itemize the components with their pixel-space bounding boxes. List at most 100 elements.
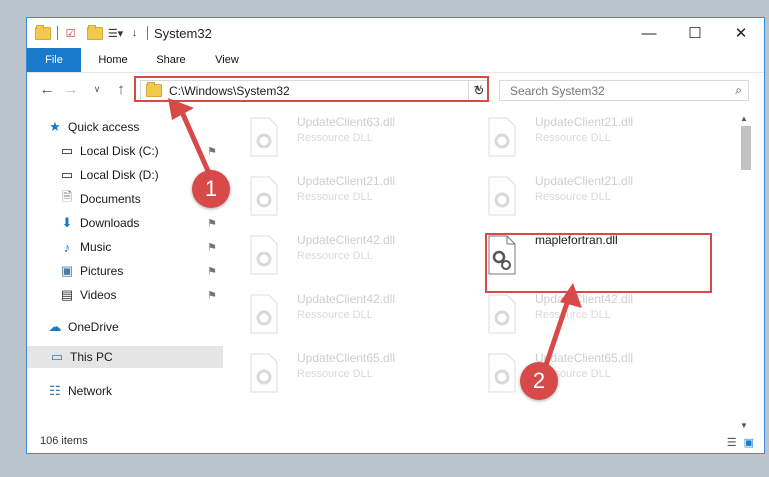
new-folder-icon[interactable]: [87, 24, 103, 40]
dll-file-icon: [250, 176, 278, 216]
documents-icon: 🗎: [61, 189, 73, 204]
file-item[interactable]: UpdateClient42.dll Ressource DLL: [227, 230, 452, 284]
customize-toolbar-icon[interactable]: ☰▾: [108, 26, 123, 40]
dll-file-icon: [488, 176, 516, 216]
nav-label: Network: [68, 384, 113, 398]
file-type: Ressource DLL: [535, 132, 611, 144]
search-icon[interactable]: ⌕: [735, 83, 742, 98]
file-type: Ressource DLL: [535, 309, 611, 321]
nav-label: Local Disk (C:): [80, 144, 159, 158]
file-type: Ressource DLL: [297, 191, 373, 203]
nav-onedrive[interactable]: ☁ OneDrive: [47, 316, 223, 338]
status-bar: 106 items ☰ ▣: [27, 432, 764, 453]
search-input[interactable]: [508, 82, 722, 99]
nav-label: Documents: [80, 192, 141, 206]
pin-icon: ⚑: [207, 265, 217, 278]
tab-view[interactable]: View: [203, 48, 251, 72]
file-highlight-box: [485, 233, 712, 293]
tab-home[interactable]: Home: [87, 48, 139, 72]
file-item[interactable]: UpdateClient65.dll Ressource DLL: [227, 348, 452, 402]
nav-label: Local Disk (D:): [80, 168, 159, 182]
dll-file-icon: [488, 117, 516, 157]
toolbar-separator: [147, 26, 148, 40]
nav-item-downloads[interactable]: ⬇ Downloads ⚑: [59, 212, 223, 234]
file-type: Ressource DLL: [297, 132, 373, 144]
scroll-thumb[interactable]: [741, 126, 751, 170]
music-icon: ♪: [63, 239, 71, 255]
nav-label: Quick access: [68, 120, 140, 134]
back-arrow-icon[interactable]: ←: [37, 79, 57, 99]
view-toggle: ☰ ▣: [727, 436, 754, 449]
nav-item-videos[interactable]: ▤ Videos ⚑: [59, 284, 223, 306]
file-name: UpdateClient63.dll: [297, 115, 396, 129]
nav-network[interactable]: ☷ Network: [47, 380, 223, 402]
drive-icon: ▭: [60, 143, 74, 158]
file-name: UpdateClient42.dll: [297, 233, 396, 247]
file-item[interactable]: UpdateClient21.dll Ressource DLL: [227, 171, 452, 225]
dll-file-icon: [250, 294, 278, 334]
nav-label: OneDrive: [68, 320, 119, 334]
step-badge-2: 2: [520, 362, 558, 400]
file-item[interactable]: UpdateClient42.dll Ressource DLL: [227, 289, 452, 343]
toolbar-separator: [57, 26, 58, 40]
address-highlight-box: [134, 76, 489, 102]
network-icon: ☷: [49, 383, 61, 398]
close-button[interactable]: ✕: [718, 18, 764, 48]
nav-item-music[interactable]: ♪ Music ⚑: [59, 236, 223, 258]
maximize-button[interactable]: ☐: [672, 18, 718, 48]
tab-share[interactable]: Share: [145, 48, 197, 72]
file-name: UpdateClient65.dll: [535, 351, 634, 365]
file-item[interactable]: UpdateClient21.dll Ressource DLL: [465, 112, 690, 166]
file-type: Ressource DLL: [535, 191, 611, 203]
nav-quick-access[interactable]: ★ Quick access: [47, 116, 223, 138]
vertical-scrollbar[interactable]: ▲ ▼: [739, 112, 753, 432]
search-box[interactable]: ⌕: [499, 80, 749, 101]
pin-icon: ⚑: [207, 289, 217, 302]
file-name: UpdateClient42.dll: [535, 292, 634, 306]
step-badge-1: 1: [192, 170, 230, 208]
details-view-icon[interactable]: ☰: [727, 436, 737, 449]
file-item[interactable]: UpdateClient21.dll Ressource DLL: [465, 171, 690, 225]
drive-icon: ▭: [60, 167, 74, 182]
downloads-icon: ⬇: [61, 215, 73, 230]
file-item[interactable]: UpdateClient63.dll Ressource DLL: [227, 112, 452, 166]
nav-this-pc[interactable]: ▭ This PC: [27, 346, 223, 368]
file-name: UpdateClient65.dll: [297, 351, 396, 365]
forward-arrow-icon[interactable]: →: [61, 79, 81, 99]
up-arrow-icon[interactable]: ↑: [111, 79, 131, 99]
nav-item-local-disk-c[interactable]: ▭ Local Disk (C:) ⚑: [59, 140, 223, 162]
videos-icon: ▤: [60, 287, 74, 302]
file-name: UpdateClient21.dll: [535, 115, 634, 129]
dll-file-icon: [250, 117, 278, 157]
file-name: UpdateClient21.dll: [297, 174, 396, 188]
large-icons-view-icon[interactable]: ▣: [744, 436, 754, 449]
file-item[interactable]: UpdateClient65.dll Ressource DLL: [465, 348, 690, 402]
minimize-button[interactable]: —: [626, 18, 672, 48]
title-bar: ☑ ☰▾ ↓ System32 — ☐ ✕: [27, 18, 764, 48]
nav-label: Downloads: [80, 216, 140, 230]
pin-icon: ⚑: [207, 217, 217, 230]
pin-icon: ⚑: [207, 145, 217, 158]
caption-buttons: — ☐ ✕: [626, 18, 764, 48]
pictures-icon: ▣: [60, 263, 74, 278]
computer-icon: ▭: [50, 349, 64, 364]
nav-item-pictures[interactable]: ▣ Pictures ⚑: [59, 260, 223, 282]
file-item[interactable]: UpdateClient42.dll Ressource DLL: [465, 289, 690, 343]
file-type: Ressource DLL: [297, 368, 373, 380]
dll-file-icon: [488, 294, 516, 334]
dll-file-icon: [488, 353, 516, 393]
quick-access-toolbar: ☑ ☰▾ ↓ System32: [35, 24, 212, 42]
scroll-up-icon[interactable]: ▲: [740, 114, 748, 123]
folder-icon[interactable]: [35, 24, 51, 40]
file-type: Ressource DLL: [297, 309, 373, 321]
nav-label: Videos: [80, 288, 117, 302]
tab-file[interactable]: File: [27, 48, 81, 72]
file-name: UpdateClient42.dll: [297, 292, 396, 306]
scroll-down-icon[interactable]: ▼: [740, 421, 748, 430]
file-type: Ressource DLL: [297, 250, 373, 262]
nav-label: This PC: [70, 350, 113, 364]
properties-icon[interactable]: ☑: [64, 26, 77, 40]
recent-locations-chevron-icon[interactable]: ∨: [87, 79, 107, 99]
cloud-icon: ☁: [48, 319, 62, 334]
toolbar-dropdown-icon[interactable]: ↓: [128, 26, 141, 40]
